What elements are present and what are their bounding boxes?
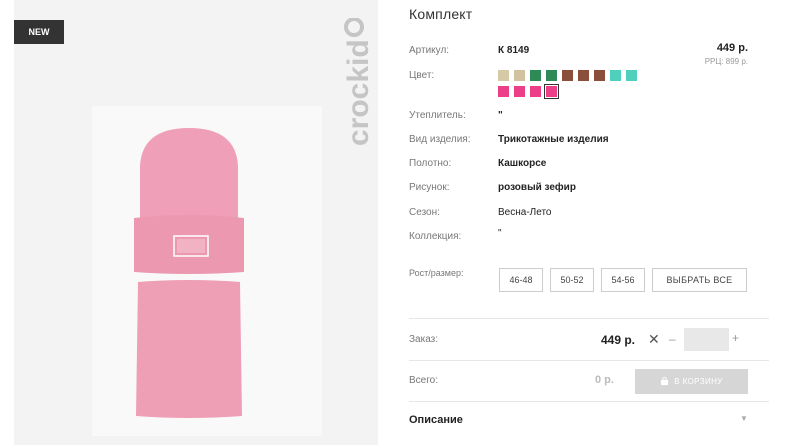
pattern-label: Рисунок: <box>409 182 450 193</box>
order-price: 449 р. <box>601 333 636 347</box>
product-photo <box>92 106 322 436</box>
season-label: Сезон: <box>409 207 440 218</box>
insulation-label: Утеплитель: <box>409 110 466 121</box>
decrease-quantity-button[interactable]: – <box>669 332 676 346</box>
brand-logo: crockid <box>342 18 375 146</box>
collection-value: " <box>498 228 502 239</box>
new-badge: NEW <box>14 20 64 44</box>
rrp-price: РРЦ: 899 р. <box>704 57 748 66</box>
order-label: Заказ: <box>409 334 439 345</box>
color-swatch[interactable] <box>578 70 589 81</box>
chevron-down-icon[interactable]: ▼ <box>740 414 748 423</box>
color-swatch[interactable] <box>626 70 637 81</box>
increase-quantity-button[interactable]: + <box>732 331 739 345</box>
product-info-panel: Комплект Артикул: К 8149 449 р. РРЦ: 899… <box>409 0 789 445</box>
product-image-panel[interactable]: NEW crockid <box>14 0 378 445</box>
product-title: Комплект <box>409 6 473 22</box>
size-label: Рост/размер: <box>409 268 464 278</box>
article-value: К 8149 <box>498 45 530 56</box>
collection-label: Коллекция: <box>409 231 462 242</box>
color-label: Цвет: <box>409 70 435 81</box>
size-option-54-56[interactable]: 54-56 <box>601 268 645 292</box>
color-swatch[interactable] <box>498 70 509 81</box>
add-to-cart-button[interactable]: В КОРЗИНУ <box>635 369 748 394</box>
total-price: 0 р. <box>595 374 614 386</box>
color-swatch[interactable] <box>562 70 573 81</box>
color-swatch[interactable] <box>514 70 525 81</box>
description-toggle[interactable]: Описание <box>409 414 463 426</box>
insulation-value: " <box>498 110 503 121</box>
color-swatch[interactable] <box>610 70 621 81</box>
total-label: Всего: <box>409 375 438 386</box>
pattern-value: розовый зефир <box>498 182 576 193</box>
product-type-value: Трикотажные изделия <box>498 134 609 145</box>
brand-logo-text: crockid <box>342 39 375 146</box>
size-option-50-52[interactable]: 50-52 <box>550 268 594 292</box>
color-swatch[interactable] <box>530 86 541 97</box>
product-price: 449 р. <box>716 42 748 54</box>
add-to-cart-label: В КОРЗИНУ <box>674 377 723 386</box>
select-all-sizes-button[interactable]: ВЫБРАТЬ ВСЕ <box>652 268 747 292</box>
cart-icon <box>661 377 669 386</box>
size-option-46-48[interactable]: 46-48 <box>499 268 543 292</box>
quantity-input[interactable] <box>684 328 729 351</box>
hat-image <box>134 128 244 274</box>
fabric-value: Кашкорсе <box>498 158 547 169</box>
color-swatch[interactable] <box>594 70 605 81</box>
color-swatch[interactable] <box>498 86 509 97</box>
article-label: Артикул: <box>409 45 450 56</box>
times-icon: ✕ <box>648 331 660 347</box>
color-swatch[interactable] <box>514 86 525 97</box>
divider <box>409 401 769 402</box>
color-swatch[interactable] <box>544 84 559 99</box>
snood-image <box>136 280 242 418</box>
color-swatch[interactable] <box>530 70 541 81</box>
season-value: Весна-Лето <box>498 207 552 218</box>
color-swatch[interactable] <box>546 70 557 81</box>
product-type-label: Вид изделия: <box>409 134 471 145</box>
divider <box>409 318 769 319</box>
divider <box>409 360 769 361</box>
fabric-label: Полотно: <box>409 158 452 169</box>
